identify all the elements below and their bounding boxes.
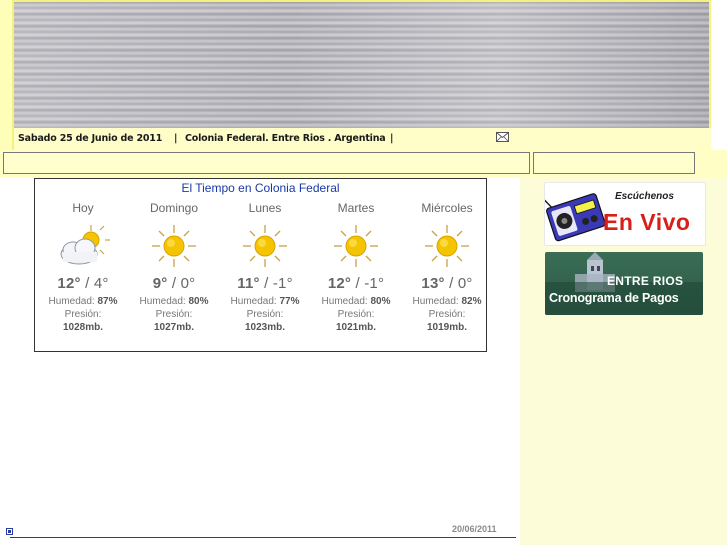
pressure-label: Presión: <box>64 309 102 320</box>
pagos-schedule-banner[interactable]: ENTRE RIOS Cronograma de Pagos <box>545 252 703 315</box>
forecast-high: 11° <box>237 275 260 292</box>
forecast-day: Domingo 9° / 0° Humedad: 80% Presión: 10… <box>129 201 219 334</box>
radio-banner-line2: En Vivo <box>603 209 691 235</box>
forecast-humidity: Humedad: 82% <box>402 295 492 308</box>
forecast-day-name: Martes <box>337 201 375 215</box>
sun-icon <box>129 223 219 269</box>
pressure-value: 1027mb. <box>129 321 219 334</box>
forecast-high: 13° <box>421 275 445 292</box>
current-date: Sabado 25 de Junio de 2011 <box>18 133 163 144</box>
forecast-temps: 12° / 4° <box>38 275 128 292</box>
radio-live-banner[interactable]: Escúchenos En Vivo <box>544 182 706 246</box>
humidity-label: Humedad: <box>412 296 459 307</box>
forecast-low: -1° <box>364 275 385 292</box>
forecast-humidity: Humedad: 87% <box>38 295 128 308</box>
pagos-banner-line2: Cronograma de Pagos <box>549 291 679 305</box>
footer-date: 20/06/2011 <box>452 524 497 534</box>
forecast-high: 12° <box>327 275 352 292</box>
sun-icon <box>311 223 401 269</box>
forecast-humidity: Humedad: 77% <box>220 295 310 308</box>
pressure-value: 1019mb. <box>402 321 492 334</box>
forecast-temps: 11° / -1° <box>220 275 310 292</box>
mail-icon[interactable] <box>496 132 509 142</box>
temp-separator: / <box>449 275 454 292</box>
pressure-value: 1021mb. <box>311 321 401 334</box>
temp-separator: / <box>264 275 269 292</box>
forecast-low: 0° <box>457 275 473 292</box>
humidity-label: Humedad: <box>230 296 277 307</box>
forecast-humidity: Humedad: 80% <box>129 295 219 308</box>
humidity-value: 77% <box>279 296 300 307</box>
forecast-humidity: Humedad: 80% <box>311 295 401 308</box>
separator: | <box>390 133 394 144</box>
forecast-low: -1° <box>272 275 293 292</box>
forecast-day: Miércoles 13° / 0° Humedad: 82% Presión:… <box>402 201 492 334</box>
location-text: Colonia Federal. Entre Rios . Argentina <box>185 133 386 144</box>
left-strip <box>0 0 12 150</box>
pressure-value-text: 1027mb. <box>153 322 195 333</box>
humidity-value: 82% <box>461 296 482 307</box>
pressure-value-text: 1028mb. <box>62 322 104 333</box>
humidity-label: Humedad: <box>321 296 368 307</box>
forecast-low: 4° <box>93 275 109 292</box>
footer-bullet-icon[interactable] <box>6 528 13 535</box>
forecast-day: Lunes 11° / -1° Humedad: 77% Presión: 10… <box>220 201 310 334</box>
pressure-label: Presión: <box>246 309 284 320</box>
pagos-banner-line1: ENTRE RIOS <box>607 274 684 288</box>
pressure-value-text: 1019mb. <box>426 322 468 333</box>
humidity-label: Humedad: <box>48 296 95 307</box>
forecast-day: Hoy 12° / 4° Humedad: 87% Presión: 1028m… <box>38 201 128 334</box>
date-bar: Sabado 25 de Junio de 2011 | Colonia Fed… <box>12 128 711 150</box>
pressure-label: Presión: <box>155 309 193 320</box>
forecast-day-name: Lunes <box>248 201 282 215</box>
humidity-value: 80% <box>370 296 391 307</box>
forecast-high: 12° <box>57 275 81 292</box>
forecast-day-name: Miércoles <box>421 201 473 215</box>
forecast-day-name: Domingo <box>149 201 199 215</box>
humidity-value: 80% <box>188 296 209 307</box>
pressure-label: Presión: <box>337 309 375 320</box>
radio-banner-line1: Escúchenos <box>615 191 674 202</box>
humidity-label: Humedad: <box>139 296 186 307</box>
forecast-temps: 12° / -1° <box>311 275 401 292</box>
pressure-value: 1023mb. <box>220 321 310 334</box>
footer-rule <box>10 537 516 538</box>
sun-icon <box>220 223 310 269</box>
header-banner <box>12 0 711 128</box>
sun-icon <box>402 223 492 269</box>
nav-box-main <box>3 152 530 174</box>
humidity-value: 87% <box>97 296 118 307</box>
forecast-low: 0° <box>180 275 196 292</box>
forecast-day: Martes 12° / -1° Humedad: 80% Presión: 1… <box>311 201 401 334</box>
forecast-temps: 9° / 0° <box>129 275 219 292</box>
weather-widget: El Tiempo en Colonia Federal Hoy 12° / 4… <box>34 178 487 352</box>
nav-box-side <box>533 152 695 174</box>
temp-separator: / <box>355 275 360 292</box>
temp-separator: / <box>85 275 90 292</box>
forecast-day-name: Hoy <box>72 201 94 215</box>
pressure-value: 1028mb. <box>38 321 128 334</box>
temp-separator: / <box>171 275 177 292</box>
weather-title: El Tiempo en Colonia Federal <box>181 181 340 195</box>
forecast-high: 9° <box>152 275 168 292</box>
forecast-temps: 13° / 0° <box>402 275 492 292</box>
pressure-value-text: 1021mb. <box>335 322 377 333</box>
partly-cloudy-icon <box>38 223 128 269</box>
pressure-label: Presión: <box>428 309 466 320</box>
separator: | <box>174 133 178 144</box>
pressure-value-text: 1023mb. <box>244 322 286 333</box>
